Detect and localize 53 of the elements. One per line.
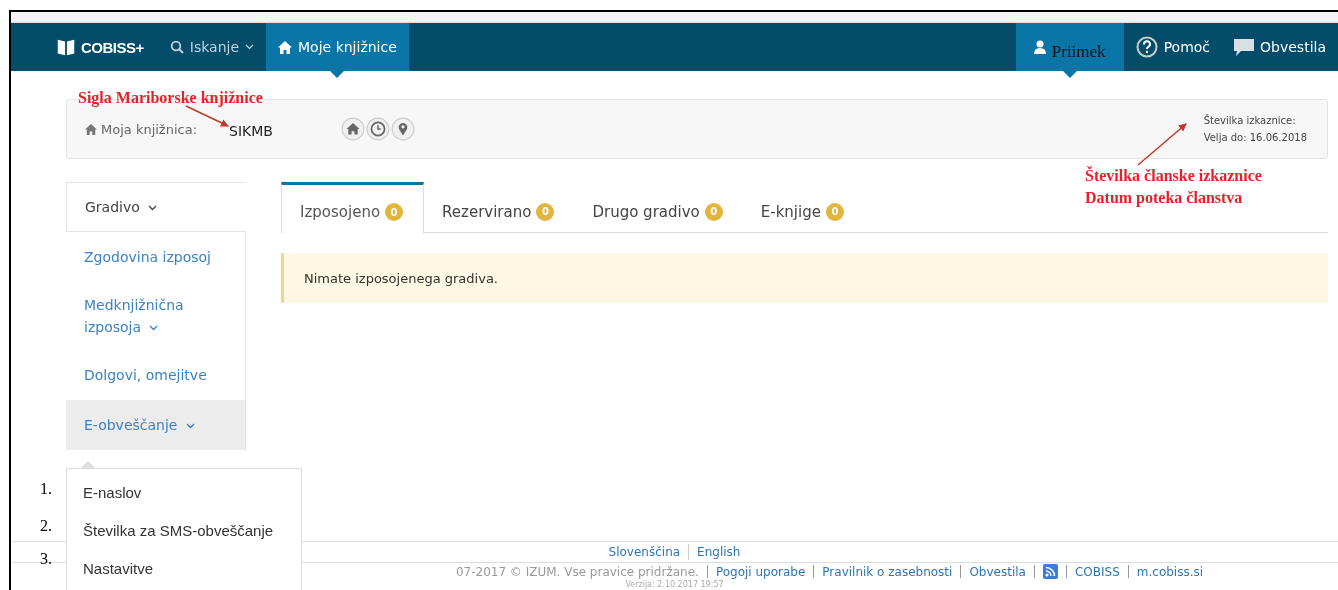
home-icon[interactable]: [340, 117, 365, 141]
count-badge: 0: [385, 203, 404, 221]
library-label: Moja knjižnica:: [85, 121, 198, 137]
sidebar-item[interactable]: E-obveščanje: [66, 400, 246, 450]
chevron-down-icon: [148, 205, 158, 211]
user-icon: [1033, 40, 1046, 54]
menu-item[interactable]: E-naslov: [67, 473, 301, 511]
annotation-text: Številka članske izkaznice: [1085, 165, 1262, 186]
search-icon: [169, 40, 184, 54]
chat-icon: [1234, 38, 1255, 56]
rss-icon[interactable]: [1042, 564, 1058, 579]
language-link[interactable]: English: [697, 545, 741, 559]
tab[interactable]: E-knjige 0: [742, 182, 864, 232]
chevron-down-icon: [149, 325, 159, 331]
tab[interactable]: Izposojeno 0: [281, 182, 425, 233]
count-badge: 0: [704, 202, 723, 221]
map-pin-icon[interactable]: [390, 117, 415, 141]
annotation-text: Datum poteka članstva: [1085, 188, 1244, 209]
copyright-text: 07-2017 © IZUM. Vse pravice pridržane.: [455, 564, 699, 579]
logo-text: COBISS+: [81, 38, 144, 56]
sidebar-item[interactable]: Gradivo: [66, 182, 246, 232]
list-number: 2.: [40, 517, 52, 535]
clock-icon[interactable]: [365, 117, 390, 141]
library-code: SIKMB: [229, 123, 273, 139]
alert-message: Nimate izposojenega gradiva.: [304, 270, 498, 286]
chevron-down-icon: [185, 423, 195, 429]
nav-tab[interactable]: Pomoč: [1123, 23, 1223, 71]
home-icon: [85, 123, 97, 135]
nav-tab[interactable]: Obvestila: [1222, 23, 1338, 71]
help-icon: [1135, 36, 1158, 58]
list-number: 3.: [40, 550, 52, 568]
home-icon: [278, 40, 293, 54]
nav-tab[interactable]: Iskanje: [157, 23, 267, 71]
footer-link[interactable]: Pogoji uporabe: [715, 564, 806, 579]
valid-until-text: Velja do: 16.06.2018: [1203, 132, 1307, 143]
logo[interactable]: COBISS+: [55, 23, 144, 71]
tab[interactable]: Rezervirano 0: [424, 182, 575, 232]
menu-item[interactable]: Številka za SMS-obveščanje: [67, 511, 301, 549]
footer-link[interactable]: COBISS: [1074, 564, 1120, 579]
count-badge: 0: [536, 202, 555, 221]
tab[interactable]: Drugo gradivo 0: [574, 182, 743, 232]
version-text: Verzija: 2.10.2017 19:57: [625, 580, 724, 590]
count-badge: 0: [825, 202, 844, 221]
language-link[interactable]: Slovenščina: [608, 545, 681, 559]
chevron-down-icon: [245, 44, 255, 50]
card-number-label: Številka izkaznice:: [1203, 115, 1297, 126]
footer-link[interactable]: Obvestila: [969, 564, 1026, 579]
footer-link[interactable]: Pravilnik o zasebnosti: [822, 564, 953, 579]
annotation-text: Sigla Mariborske knjižnice: [78, 89, 263, 107]
annotation-arrow: [1137, 123, 1187, 166]
menu-item[interactable]: Nastavitve: [67, 549, 301, 587]
footer-link[interactable]: m.cobiss.si: [1136, 564, 1204, 579]
list-number: 1.: [40, 480, 52, 498]
